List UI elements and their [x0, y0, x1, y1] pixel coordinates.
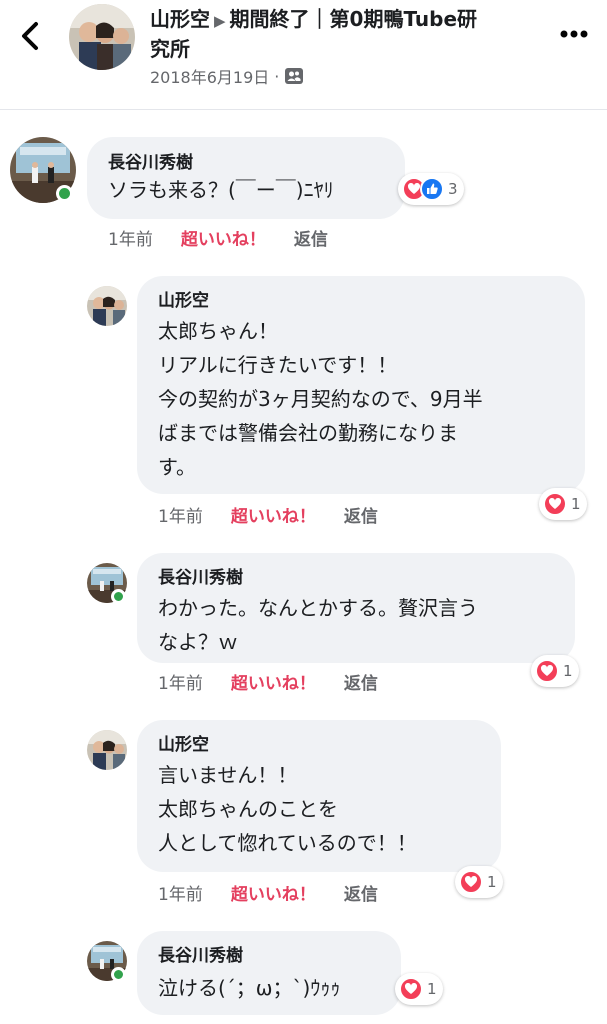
group-name-continued[interactable]: 究所	[150, 37, 190, 61]
group-photo-image	[69, 4, 135, 70]
reply-item: 山形空 太郎ちゃん！ リアルに行きたいです！！ 今の契約が3ヶ月契約なので、9月…	[0, 270, 607, 532]
comment-actions: 1年前 超いいね！ 返信	[158, 880, 378, 905]
comment-line: リアルに行きたいです！！	[158, 353, 398, 377]
comment-line: 人として惚れているので！！	[158, 831, 417, 855]
comment-time[interactable]: 1年前	[108, 225, 153, 250]
reply-button[interactable]: 返信	[344, 669, 378, 694]
post-title[interactable]: 山形空 ▶ 期間終了｜第0期鴨Tube研 究所	[150, 5, 545, 63]
heart-reaction-icon	[535, 659, 559, 683]
reaction-summary[interactable]: 1	[539, 488, 587, 520]
post-header: 山形空 ▶ 期間終了｜第0期鴨Tube研 究所 2018年6月19日 ·	[0, 0, 607, 110]
heart-reaction-icon	[459, 870, 483, 894]
comment-line: 太郎ちゃん！	[158, 319, 278, 343]
reply-item: 山形空 言いません！！ 太郎ちゃんのことを 人として惚れているので！！ 1 1年…	[0, 714, 607, 910]
reply-button[interactable]: 返信	[294, 225, 328, 250]
commenter-avatar[interactable]	[87, 730, 127, 770]
post-meta: 2018年6月19日 ·	[150, 64, 304, 88]
reply-item: 長谷川秀樹 泣ける(´；ω；`)ｳｩｩ 1	[0, 925, 607, 1024]
reply-button[interactable]: 返信	[344, 502, 378, 527]
reaction-count: 1	[427, 980, 437, 998]
comment-line: わかった。なんとかする。贅沢言う	[158, 596, 478, 620]
comment-line: 今の契約が3ヶ月契約なので、9月半	[158, 387, 483, 411]
love-button[interactable]: 超いいね！	[231, 502, 316, 527]
comment-author[interactable]: 長谷川秀樹	[158, 567, 243, 589]
comment-author[interactable]: 長谷川秀樹	[158, 945, 243, 967]
comment-line: ソラも来る？(￣ー￣)ﾆﾔﾘ	[108, 178, 334, 202]
reaction-count: 3	[448, 180, 458, 198]
comment-text: ソラも来る？(￣ー￣)ﾆﾔﾘ	[108, 173, 334, 207]
poster-avatar[interactable]	[69, 4, 135, 70]
comment-author[interactable]: 長谷川秀樹	[108, 152, 193, 174]
comment-line: す。	[158, 455, 196, 479]
comment-author[interactable]: 山形空	[158, 290, 209, 312]
comment-actions: 1年前 超いいね！ 返信	[158, 669, 378, 694]
comment-item: 長谷川秀樹 ソラも来る？(￣ー￣)ﾆﾔﾘ 3 1年前 超いいね！ 返信	[0, 120, 607, 250]
ellipsis-icon	[560, 30, 588, 38]
comment-time[interactable]: 1年前	[158, 880, 203, 905]
comment-author[interactable]: 山形空	[158, 734, 209, 756]
reply-button[interactable]: 返信	[344, 880, 378, 905]
like-reaction-icon	[420, 177, 444, 201]
reaction-summary[interactable]: 1	[531, 655, 579, 687]
comment-time[interactable]: 1年前	[158, 502, 203, 527]
comment-actions: 1年前 超いいね！ 返信	[108, 225, 328, 250]
comment-line: なよ？ｗ	[158, 630, 238, 654]
group-photo-image	[87, 286, 127, 326]
comment-actions: 1年前 超いいね！ 返信	[158, 502, 378, 527]
online-status-dot	[111, 967, 126, 982]
love-button[interactable]: 超いいね！	[231, 669, 316, 694]
comment-text: 言いません！！ 太郎ちゃんのことを 人として惚れているので！！	[158, 758, 417, 860]
reaction-count: 1	[487, 873, 497, 891]
post-date[interactable]: 2018年6月19日	[150, 64, 269, 88]
comment-text: 泣ける(´；ω；`)ｳｩｩ	[158, 971, 340, 1005]
chevron-left-icon	[22, 22, 38, 50]
poster-name[interactable]: 山形空	[150, 7, 210, 31]
comment-text: わかった。なんとかする。贅沢言う なよ？ｗ	[158, 591, 478, 659]
group-photo-image	[87, 730, 127, 770]
love-button[interactable]: 超いいね！	[231, 880, 316, 905]
heart-reaction-icon	[543, 492, 567, 516]
reaction-count: 1	[571, 495, 581, 513]
commenter-avatar[interactable]	[87, 286, 127, 326]
comment-text: 太郎ちゃん！ リアルに行きたいです！！ 今の契約が3ヶ月契約なので、9月半 ばま…	[158, 314, 483, 484]
comment-line: 言いません！！	[158, 763, 298, 787]
comment-line: 太郎ちゃんのことを	[158, 797, 338, 821]
arrow-icon: ▶	[214, 12, 226, 30]
comment-line: 泣ける(´；ω；`)ｳｩｩ	[158, 976, 341, 1000]
comment-line: ばまでは警備会社の勤務になりま	[158, 421, 458, 445]
back-button[interactable]	[16, 18, 48, 54]
reaction-summary[interactable]: 3	[398, 173, 464, 205]
online-status-dot	[111, 589, 126, 604]
reaction-summary[interactable]: 1	[395, 973, 443, 1005]
more-options-button[interactable]	[556, 20, 592, 48]
love-button[interactable]: 超いいね！	[181, 225, 266, 250]
comment-time[interactable]: 1年前	[158, 669, 203, 694]
reaction-summary[interactable]: 1	[455, 866, 503, 898]
reply-item: 長谷川秀樹 わかった。なんとかする。贅沢言う なよ？ｗ 1 1年前 超いいね！ …	[0, 547, 607, 697]
friends-icon	[285, 68, 304, 84]
reaction-count: 1	[563, 662, 573, 680]
heart-reaction-icon	[399, 977, 423, 1001]
meta-separator: ·	[274, 66, 280, 86]
group-name[interactable]: 期間終了｜第0期鴨Tube研	[230, 7, 477, 31]
online-status-dot	[56, 185, 73, 202]
